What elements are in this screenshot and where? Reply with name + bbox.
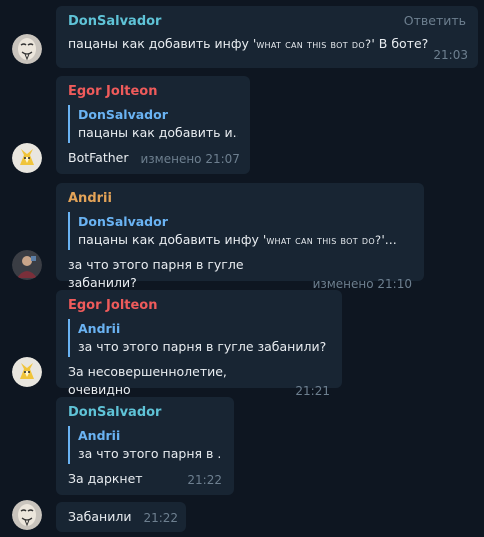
message-time: 21:03 bbox=[433, 48, 468, 62]
message-text: За несовершеннолетие, очевидно bbox=[68, 364, 227, 397]
reply-sender: DonSalvador bbox=[78, 214, 168, 229]
avatar-jolteon-icon[interactable] bbox=[12, 143, 42, 173]
sender-name[interactable]: Egor Jolteon bbox=[68, 297, 330, 315]
message-time: изменено 21:07 bbox=[140, 152, 240, 166]
message-text: за что этого парня в гугле забанили? bbox=[68, 257, 244, 290]
reply-sender: DonSalvador bbox=[78, 107, 168, 122]
message-bubble[interactable]: DonSalvador пацаны как добавить инфу 'WH… bbox=[56, 6, 478, 68]
reply-button[interactable]: Ответить bbox=[404, 13, 466, 28]
message-text: Забанили bbox=[68, 509, 132, 524]
message-text: BotFather bbox=[68, 150, 129, 165]
reply-text: за что этого парня в гугле забанили? bbox=[78, 339, 327, 354]
reply-quote[interactable]: DonSalvador пацаны как добавить инфу 'WH… bbox=[68, 212, 412, 250]
sender-name[interactable]: Andrii bbox=[68, 190, 412, 208]
message-time: 21:21 bbox=[295, 384, 330, 398]
avatar-jolteon-icon[interactable] bbox=[12, 357, 42, 387]
reply-quote[interactable]: DonSalvador пацаны как добавить и... bbox=[68, 105, 238, 143]
sender-name[interactable]: DonSalvador bbox=[68, 404, 222, 422]
reply-sender: Andrii bbox=[78, 321, 121, 336]
message-bubble[interactable]: Egor Jolteon DonSalvador пацаны как доба… bbox=[56, 76, 250, 174]
message-bubble[interactable]: Egor Jolteon Andrii за что этого парня в… bbox=[56, 290, 342, 398]
message-bubble[interactable]: Andrii DonSalvador пацаны как добавить и… bbox=[56, 183, 424, 291]
reply-text: пацаны как добавить и... bbox=[78, 125, 238, 140]
reply-text: за что этого парня в ... bbox=[78, 446, 222, 461]
reply-text: пацаны как добавить инфу 'WHAT CAN THIS … bbox=[78, 232, 397, 247]
sender-name[interactable]: Egor Jolteon bbox=[68, 83, 238, 101]
message-text: пацаны как добавить инфу 'WHAT CAN THIS … bbox=[68, 36, 429, 51]
avatar-person-photo-icon[interactable] bbox=[12, 250, 42, 280]
avatar-guy-fawkes-mask-icon[interactable] bbox=[12, 34, 42, 64]
chat-history: DonSalvador пацаны как добавить инфу 'WH… bbox=[0, 0, 484, 537]
message-bubble[interactable]: DonSalvador Andrii за что этого парня в … bbox=[56, 397, 234, 495]
reply-quote[interactable]: Andrii за что этого парня в ... bbox=[68, 426, 222, 464]
message-bubble[interactable]: Забанили 21:22 bbox=[56, 502, 186, 532]
message-time: 21:22 bbox=[143, 511, 179, 525]
reply-quote[interactable]: Andrii за что этого парня в гугле забани… bbox=[68, 319, 330, 357]
message-time: 21:22 bbox=[187, 473, 222, 487]
message-text: За даркнет bbox=[68, 471, 143, 486]
avatar-guy-fawkes-mask-icon[interactable] bbox=[12, 500, 42, 530]
reply-sender: Andrii bbox=[78, 428, 121, 443]
